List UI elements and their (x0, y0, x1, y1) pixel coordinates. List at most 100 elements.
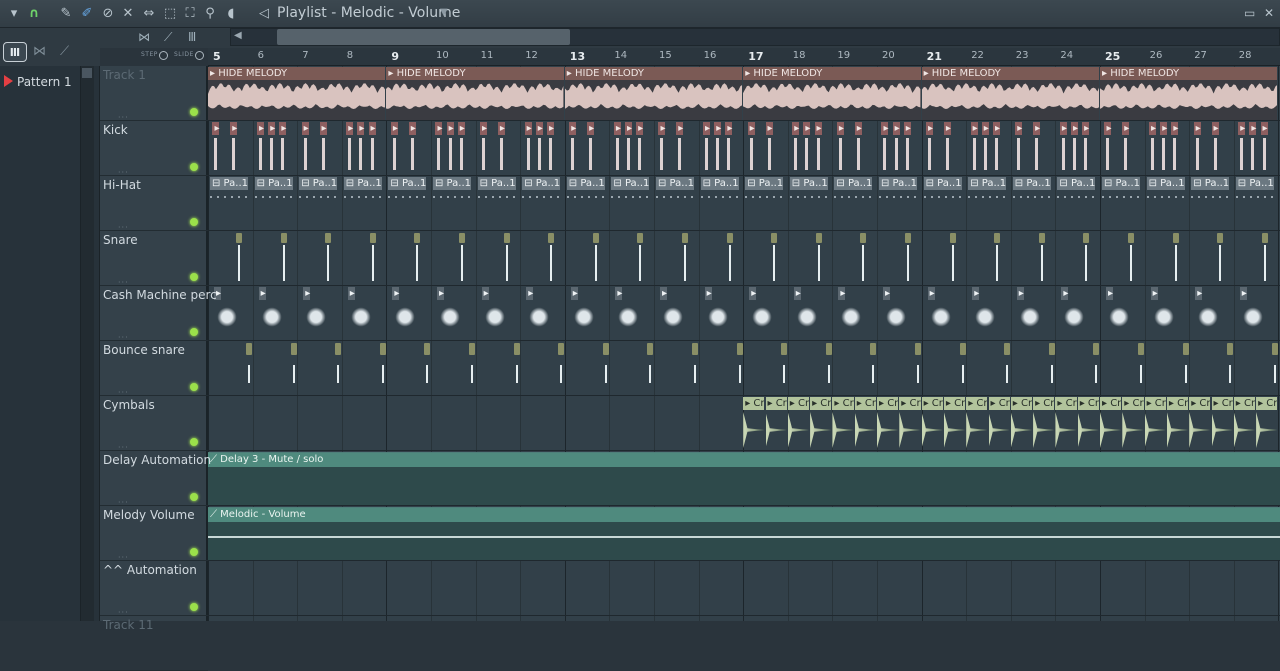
hat-clip[interactable]: ⊟ Pa..1 (477, 177, 520, 230)
bounce-clip[interactable] (1227, 343, 1234, 355)
delay-automation-clip[interactable]: ⟋ Delay 3 - Mute / solo (208, 452, 1280, 505)
cymbal-clip[interactable]: ▸ Cr (921, 397, 943, 450)
bounce-clip[interactable] (1093, 343, 1100, 355)
snare-clip[interactable] (369, 233, 376, 243)
snare-clip[interactable] (548, 233, 555, 243)
bounce-clip[interactable] (1004, 343, 1011, 355)
bounce-clip[interactable] (602, 343, 609, 355)
cymbal-clip[interactable]: ▸ Cr (1189, 397, 1211, 450)
track-name[interactable]: Kick (103, 123, 128, 137)
cymbal-clip[interactable]: ▸ Cr (1100, 397, 1122, 450)
bounce-clip[interactable] (647, 343, 654, 355)
cymbal-clip[interactable]: ▸ Cr (832, 397, 854, 450)
track-enable-led[interactable] (190, 493, 198, 501)
track-name[interactable]: Cash Machine perc (103, 288, 217, 302)
snare-clip[interactable] (994, 233, 1001, 243)
cymbal-clip[interactable]: ▸ Cr (743, 397, 765, 450)
hat-clip[interactable]: ⊟ Pa..1 (388, 177, 430, 230)
snare-clip[interactable] (459, 233, 465, 243)
track-name[interactable]: Hi-Hat (103, 178, 141, 192)
bounce-clip[interactable] (825, 343, 832, 355)
snare-clip[interactable] (815, 233, 822, 243)
bounce-clip[interactable] (379, 343, 386, 355)
hat-clip[interactable]: ⊟ Pa..1 (1102, 177, 1144, 230)
cymbal-clip[interactable]: ▸ Cr (1166, 397, 1189, 450)
hat-clip[interactable]: ⊟ Pa..1 (210, 177, 252, 230)
slip-icon[interactable]: ⇔ (141, 6, 157, 22)
cymbal-clip[interactable]: ▸ Cr (1144, 397, 1166, 450)
hat-clip[interactable]: ⊟ Pa..1 (879, 177, 921, 230)
snare-clip[interactable] (414, 233, 421, 243)
snare-clip[interactable] (280, 233, 287, 243)
automation-clip-icon[interactable]: ⟋ (60, 44, 69, 59)
piano-roll-icon[interactable]: Ⅲ (3, 42, 27, 62)
hat-clip[interactable]: ⊟ Pa..1 (1146, 177, 1189, 230)
cymbal-clip[interactable]: ▸ Cr (899, 397, 921, 450)
delete-icon[interactable]: ⊘ (100, 6, 116, 22)
bounce-clip[interactable] (290, 343, 297, 355)
melody-clip[interactable]: ▸ HIDE MELODY (208, 67, 386, 120)
playlist-grid[interactable]: ▸ HIDE MELODY ▸ HIDE MELODY ▸ HIDE MELODY ▸… (208, 66, 1280, 621)
melody-clip[interactable]: ▸ HIDE MELODY (386, 67, 564, 120)
snare-clip[interactable] (503, 233, 510, 243)
melody-clip[interactable]: ▸ HIDE MELODY (564, 67, 743, 120)
hat-clip[interactable]: ⊟ Pa..1 (433, 177, 475, 230)
track-enable-led[interactable] (190, 273, 198, 281)
track-name[interactable]: ^^ Automation (103, 563, 197, 577)
hat-clip[interactable]: ⊟ Pa..1 (656, 177, 698, 230)
cymbal-clip[interactable]: ▸ Cr (1055, 397, 1077, 450)
hat-clip[interactable]: ⊟ Pa..1 (522, 177, 564, 230)
fit-icon[interactable]: ⛶ (182, 6, 198, 22)
pattern-icon[interactable]: Ⅲ (188, 30, 196, 44)
bounce-clip[interactable] (870, 343, 877, 355)
bounce-clip[interactable] (469, 343, 475, 355)
title-dropdown-icon[interactable]: ▼ (440, 7, 448, 18)
track-name[interactable]: Snare (103, 233, 138, 247)
track-enable-led[interactable] (190, 383, 198, 391)
cymbal-clip[interactable]: ▸ Cr (988, 397, 1010, 450)
volume-automation-clip[interactable]: ⟋ Melodic - Volume (208, 507, 1280, 560)
bounce-clip[interactable] (959, 343, 966, 355)
cymbal-clip[interactable]: ▸ Cr (810, 397, 832, 450)
hat-clip[interactable]: ⊟ Pa..1 (1191, 177, 1233, 230)
melody-clip[interactable]: ▸ HIDE MELODY (743, 67, 921, 120)
snare-clip[interactable] (771, 233, 778, 243)
snare-clip[interactable] (1217, 233, 1224, 243)
hat-clip[interactable]: ⊟ Pa..1 (1235, 177, 1278, 230)
bounce-clip[interactable] (513, 343, 520, 355)
magnet-icon[interactable]: ∩ (26, 6, 42, 22)
step-radio[interactable] (159, 51, 168, 60)
snare-clip[interactable] (726, 233, 733, 243)
hat-clip[interactable]: ⊟ Pa..1 (834, 177, 876, 230)
snare-clip[interactable] (682, 233, 688, 243)
hat-clip[interactable]: ⊟ Pa..1 (299, 177, 341, 230)
track-enable-led[interactable] (190, 328, 198, 336)
scroll-up-icon[interactable] (82, 68, 92, 78)
track-enable-led[interactable] (190, 218, 198, 226)
speaker-icon[interactable]: ◁ (256, 6, 272, 22)
bounce-clip[interactable] (1271, 343, 1278, 355)
track-enable-led[interactable] (190, 108, 198, 116)
hat-clip[interactable]: ⊟ Pa..1 (1057, 177, 1099, 230)
hat-clip[interactable]: ⊟ Pa..1 (611, 177, 653, 230)
brush-icon[interactable]: ✐ (79, 6, 95, 22)
bounce-clip[interactable] (1138, 343, 1144, 355)
select-icon[interactable]: ⬚ (162, 6, 178, 22)
cymbal-clip[interactable]: ▸ Cr (1010, 397, 1033, 450)
bounce-clip[interactable] (335, 343, 342, 355)
slide-radio[interactable] (195, 51, 204, 60)
track-name[interactable]: Track 11 (103, 618, 153, 632)
bounce-clip[interactable] (424, 343, 431, 355)
snare-clip[interactable] (905, 233, 911, 243)
scroll-left-icon[interactable]: ◀ (234, 30, 242, 41)
snare-clip[interactable] (1128, 233, 1134, 243)
track-name[interactable]: Bounce snare (103, 343, 185, 357)
grid-icon[interactable]: ⋈ (138, 30, 150, 44)
zoom-icon[interactable]: ⚲ (202, 6, 218, 22)
snare-clip[interactable] (1038, 233, 1045, 243)
track-enable-led[interactable] (190, 548, 198, 556)
track-enable-led[interactable] (190, 603, 198, 611)
hat-clip[interactable]: ⊟ Pa..1 (566, 177, 609, 230)
cymbal-clip[interactable]: ▸ Cr (854, 397, 876, 450)
cymbal-clip[interactable]: ▸ Cr (877, 397, 899, 450)
